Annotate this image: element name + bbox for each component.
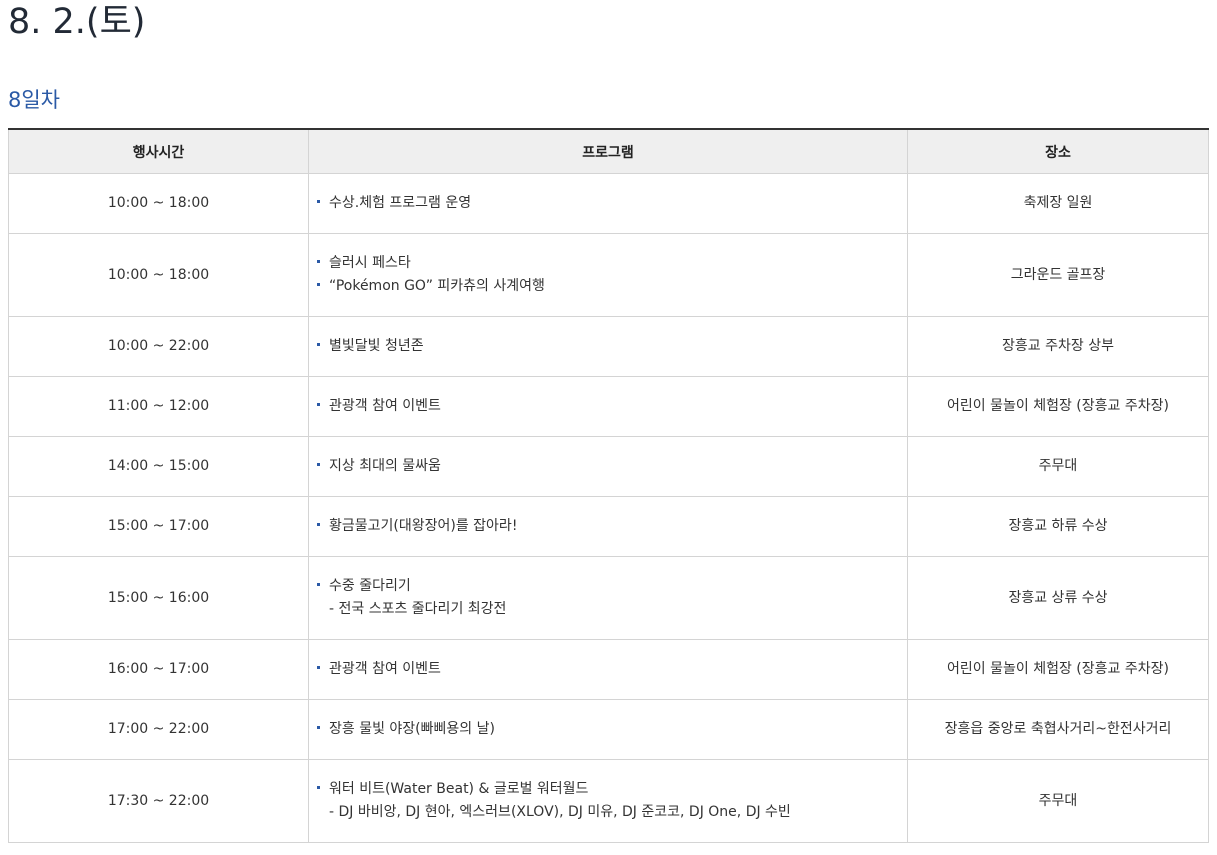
program-item: 별빛달빛 청년존 bbox=[317, 335, 907, 358]
time-cell: 10:00 ~ 22:00 bbox=[8, 316, 309, 377]
bullet-icon bbox=[317, 522, 320, 526]
bullet-icon bbox=[317, 259, 320, 263]
program-cell: 지상 최대의 물싸움 bbox=[308, 436, 908, 497]
program-subitem: - DJ 바비앙, DJ 현아, 엑스러브(XLOV), DJ 미유, DJ 준… bbox=[329, 804, 791, 820]
program-cell: 장흥 물빛 야장(빠삐용의 날) bbox=[308, 699, 908, 760]
program-item: 장흥 물빛 야장(빠삐용의 날) bbox=[317, 718, 907, 741]
time-cell: 17:00 ~ 22:00 bbox=[8, 699, 309, 760]
program-cell: 관광객 참여 이벤트 bbox=[308, 376, 908, 437]
place-cell: 장흥읍 중앙로 축협사거리~한전사거리 bbox=[907, 699, 1209, 760]
program-text: 수중 줄다리기 bbox=[329, 578, 411, 594]
program-item: 수상.체험 프로그램 운영 bbox=[317, 192, 907, 215]
place-cell: 어린이 물놀이 체험장 (장흥교 주차장) bbox=[907, 376, 1209, 437]
header-place: 장소 bbox=[907, 129, 1209, 174]
bullet-icon bbox=[317, 282, 320, 286]
bullet-icon bbox=[317, 462, 320, 466]
program-text: 장흥 물빛 야장(빠삐용의 날) bbox=[329, 721, 495, 737]
program-text: 지상 최대의 물싸움 bbox=[329, 458, 441, 474]
program-text: 워터 비트(Water Beat) & 글로벌 워터월드 bbox=[329, 781, 589, 797]
program-text: 별빛달빛 청년존 bbox=[329, 338, 424, 354]
program-cell: 관광객 참여 이벤트 bbox=[308, 639, 908, 700]
header-time: 행사시간 bbox=[8, 129, 309, 174]
place-cell: 장흥교 주차장 상부 bbox=[907, 316, 1209, 377]
place-cell: 장흥교 하류 수상 bbox=[907, 496, 1209, 557]
place-cell: 어린이 물놀이 체험장 (장흥교 주차장) bbox=[907, 639, 1209, 700]
program-item: 워터 비트(Water Beat) & 글로벌 워터월드 bbox=[317, 778, 907, 801]
time-cell: 16:00 ~ 17:00 bbox=[8, 639, 309, 700]
program-text: 황금물고기(대왕장어)를 잡아라! bbox=[329, 518, 518, 534]
table-row: 11:00 ~ 12:00 관광객 참여 이벤트 어린이 물놀이 체험장 (장흥… bbox=[8, 376, 1209, 437]
table-row: 17:00 ~ 22:00 장흥 물빛 야장(빠삐용의 날) 장흥읍 중앙로 축… bbox=[8, 699, 1209, 760]
table-row: 16:00 ~ 17:00 관광객 참여 이벤트 어린이 물놀이 체험장 (장흥… bbox=[8, 639, 1209, 700]
program-item: 관광객 참여 이벤트 bbox=[317, 658, 907, 681]
table-header-row: 행사시간 프로그램 장소 bbox=[8, 129, 1209, 174]
time-cell: 10:00 ~ 18:00 bbox=[8, 233, 309, 317]
table-row: 17:30 ~ 22:00 워터 비트(Water Beat) & 글로벌 워터… bbox=[8, 759, 1209, 843]
program-cell: 슬러시 페스타 “Pokémon GO” 피카츄의 사계여행 bbox=[308, 233, 908, 317]
bullet-icon bbox=[317, 402, 320, 406]
place-cell: 장흥교 상류 수상 bbox=[907, 556, 1209, 640]
program-item: 수중 줄다리기 bbox=[317, 575, 907, 598]
table-row: 10:00 ~ 18:00 수상.체험 프로그램 운영 축제장 일원 bbox=[8, 173, 1209, 234]
header-program: 프로그램 bbox=[308, 129, 908, 174]
time-cell: 14:00 ~ 15:00 bbox=[8, 436, 309, 497]
program-item: 슬러시 페스타 bbox=[317, 252, 907, 275]
bullet-icon bbox=[317, 342, 320, 346]
schedule-table: 행사시간 프로그램 장소 10:00 ~ 18:00 수상.체험 프로그램 운영… bbox=[8, 128, 1209, 843]
program-cell: 별빛달빛 청년존 bbox=[308, 316, 908, 377]
program-item: “Pokémon GO” 피카츄의 사계여행 bbox=[317, 275, 907, 298]
bullet-icon bbox=[317, 725, 320, 729]
time-cell: 15:00 ~ 16:00 bbox=[8, 556, 309, 640]
time-cell: 10:00 ~ 18:00 bbox=[8, 173, 309, 234]
program-cell: 수중 줄다리기 - 전국 스포츠 줄다리기 최강전 bbox=[308, 556, 908, 640]
bullet-icon bbox=[317, 785, 320, 789]
program-text: 관광객 참여 이벤트 bbox=[329, 398, 441, 414]
day-heading: 8일차 bbox=[8, 88, 61, 112]
page-title: 8. 2.(토) bbox=[8, 2, 146, 42]
program-subitem: - 전국 스포츠 줄다리기 최강전 bbox=[329, 601, 507, 617]
program-cell: 황금물고기(대왕장어)를 잡아라! bbox=[308, 496, 908, 557]
bullet-icon bbox=[317, 665, 320, 669]
table-row: 10:00 ~ 22:00 별빛달빛 청년존 장흥교 주차장 상부 bbox=[8, 316, 1209, 377]
table-row: 15:00 ~ 16:00 수중 줄다리기 - 전국 스포츠 줄다리기 최강전 … bbox=[8, 556, 1209, 640]
place-cell: 그라운드 골프장 bbox=[907, 233, 1209, 317]
program-text: 슬러시 페스타 bbox=[329, 255, 411, 271]
program-text: 관광객 참여 이벤트 bbox=[329, 661, 441, 677]
program-item: 관광객 참여 이벤트 bbox=[317, 395, 907, 418]
program-cell: 워터 비트(Water Beat) & 글로벌 워터월드 - DJ 바비앙, D… bbox=[308, 759, 908, 843]
place-cell: 축제장 일원 bbox=[907, 173, 1209, 234]
table-row: 15:00 ~ 17:00 황금물고기(대왕장어)를 잡아라! 장흥교 하류 수… bbox=[8, 496, 1209, 557]
place-cell: 주무대 bbox=[907, 436, 1209, 497]
table-row: 10:00 ~ 18:00 슬러시 페스타 “Pokémon GO” 피카츄의 … bbox=[8, 233, 1209, 317]
bullet-icon bbox=[317, 582, 320, 586]
program-text: “Pokémon GO” 피카츄의 사계여행 bbox=[329, 278, 545, 294]
time-cell: 17:30 ~ 22:00 bbox=[8, 759, 309, 843]
program-item: 황금물고기(대왕장어)를 잡아라! bbox=[317, 515, 907, 538]
bullet-icon bbox=[317, 199, 320, 203]
place-cell: 주무대 bbox=[907, 759, 1209, 843]
time-cell: 11:00 ~ 12:00 bbox=[8, 376, 309, 437]
program-item: 지상 최대의 물싸움 bbox=[317, 455, 907, 478]
program-text: 수상.체험 프로그램 운영 bbox=[329, 195, 472, 211]
table-row: 14:00 ~ 15:00 지상 최대의 물싸움 주무대 bbox=[8, 436, 1209, 497]
time-cell: 15:00 ~ 17:00 bbox=[8, 496, 309, 557]
program-cell: 수상.체험 프로그램 운영 bbox=[308, 173, 908, 234]
